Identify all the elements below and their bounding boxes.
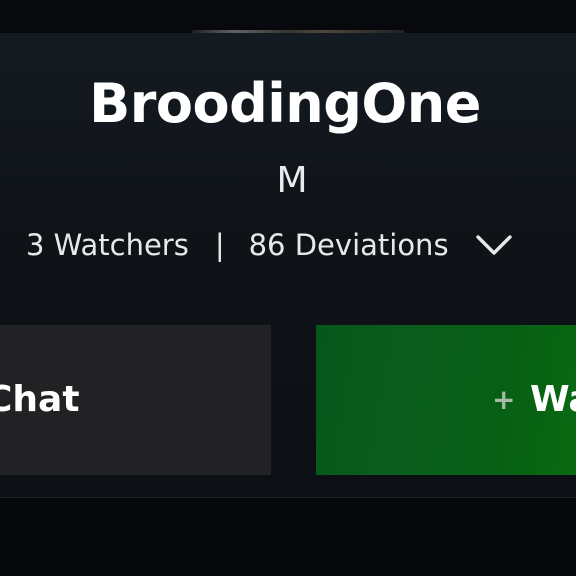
chevron-down-icon[interactable] xyxy=(475,226,513,264)
profile-stats: 3 Watchers | 86 Deviations xyxy=(26,225,513,265)
plus-icon: + xyxy=(492,383,516,416)
watch-button-label: Watch xyxy=(530,379,576,420)
chat-button-label: Chat xyxy=(0,379,80,420)
watchers-count[interactable]: 3 Watchers xyxy=(26,228,189,262)
watch-button[interactable]: + Watch xyxy=(316,325,576,475)
stats-separator: | xyxy=(214,228,225,262)
profile-username: BroodingOne xyxy=(89,72,481,135)
deviations-count[interactable]: 86 Deviations xyxy=(249,228,449,262)
chat-button[interactable]: Chat xyxy=(0,325,271,475)
profile-initial: M xyxy=(276,160,308,201)
content-area xyxy=(0,498,576,576)
top-bar xyxy=(0,0,576,33)
